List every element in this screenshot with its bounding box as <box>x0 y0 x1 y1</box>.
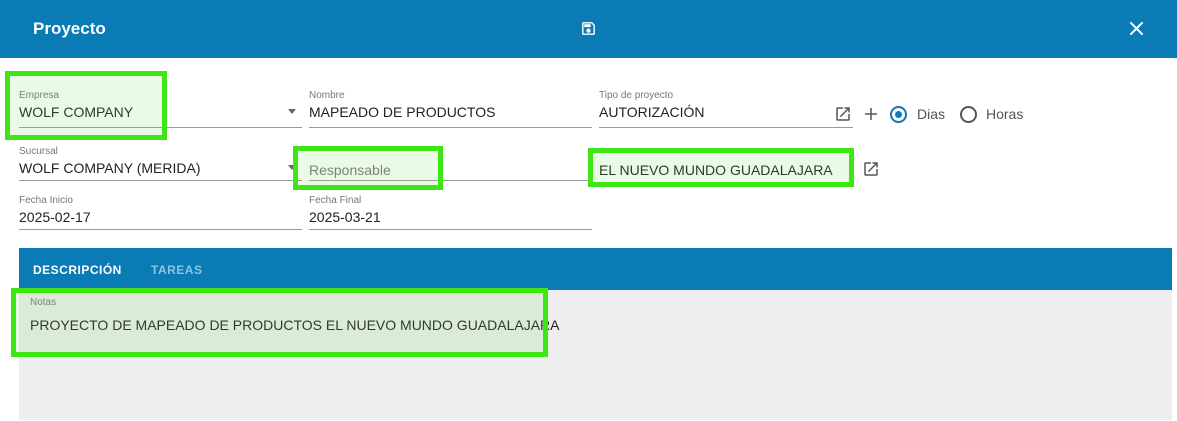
add-icon[interactable] <box>862 105 880 123</box>
tab-bar: DESCRIPCIÓN TAREAS <box>19 248 1172 290</box>
nombre-field[interactable]: Nombre MAPEADO DE PRODUCTOS <box>309 90 592 128</box>
fecha-final-field[interactable]: Fecha Final 2025-03-21 <box>309 195 592 230</box>
chevron-down-icon[interactable] <box>288 109 296 114</box>
tipo-proyecto-label: Tipo de proyecto <box>599 90 674 101</box>
highlight-cliente <box>588 148 854 187</box>
fecha-final-value: 2025-03-21 <box>309 209 381 225</box>
open-external-icon[interactable] <box>862 160 880 178</box>
fecha-inicio-field[interactable]: Fecha Inicio 2025-02-17 <box>19 195 302 230</box>
highlight-empresa <box>5 71 167 140</box>
radio-dias[interactable] <box>890 106 907 123</box>
dialog-header: Proyecto <box>0 0 1177 58</box>
highlight-responsable <box>293 146 443 190</box>
sucursal-value: WOLF COMPANY (MERIDA) <box>19 160 201 176</box>
save-icon[interactable] <box>580 20 597 37</box>
tab-descripcion[interactable]: DESCRIPCIÓN <box>33 263 122 277</box>
tipo-proyecto-value: AUTORIZACIÓN <box>599 104 705 120</box>
sucursal-label: Sucursal <box>19 146 58 157</box>
fecha-inicio-label: Fecha Inicio <box>19 195 73 206</box>
radio-horas-label: Horas <box>986 106 1024 122</box>
dialog-title: Proyecto <box>33 19 106 38</box>
tipo-proyecto-select[interactable]: Tipo de proyecto AUTORIZACIÓN <box>599 90 853 128</box>
fecha-final-label: Fecha Final <box>309 195 362 206</box>
sucursal-select[interactable]: Sucursal WOLF COMPANY (MERIDA) <box>19 146 302 181</box>
fecha-inicio-value: 2025-02-17 <box>19 209 91 225</box>
open-external-icon[interactable] <box>834 105 852 123</box>
radio-dias-label: Dias <box>917 106 946 122</box>
nombre-label: Nombre <box>309 90 345 101</box>
highlight-notas <box>11 288 548 357</box>
radio-horas[interactable] <box>960 106 977 123</box>
tab-tareas[interactable]: TAREAS <box>151 263 202 277</box>
nombre-value: MAPEADO DE PRODUCTOS <box>309 104 496 120</box>
close-icon[interactable] <box>1127 19 1146 38</box>
